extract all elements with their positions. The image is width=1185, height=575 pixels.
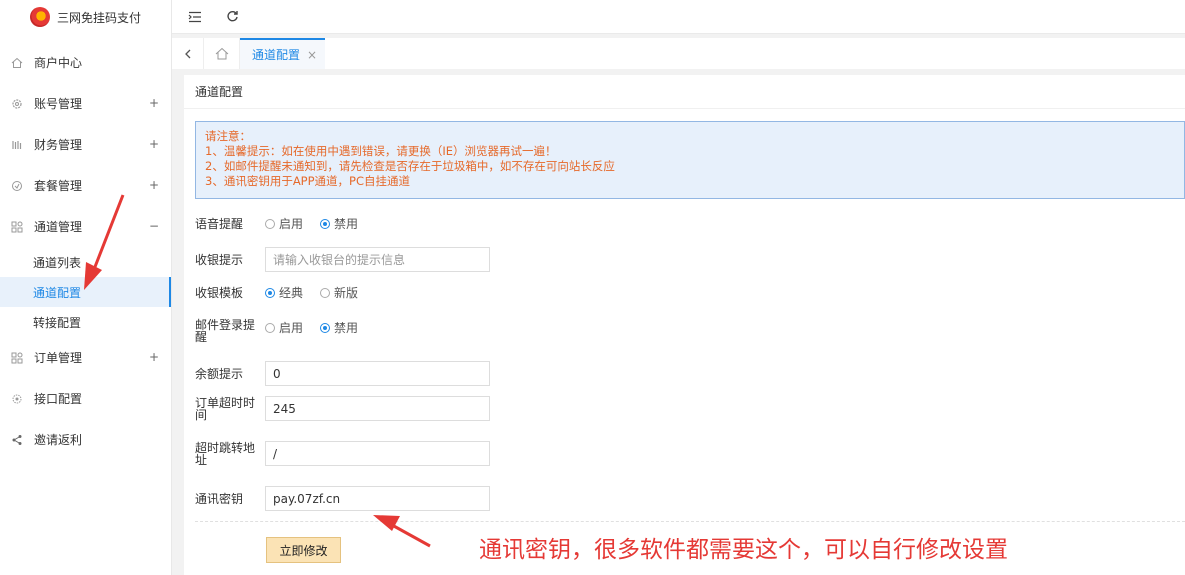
email-reminder-row: 邮件登录提醒 启用 禁用 [195, 319, 375, 343]
notice-line: 3、通讯密钥用于APP通道，PC自挂通道 [205, 174, 411, 188]
cashier-hint-label: 收银提示 [195, 252, 244, 267]
close-icon[interactable]: × [307, 48, 317, 62]
cashier-template-label: 收银模板 [195, 285, 244, 300]
radio-unchecked-icon [320, 287, 331, 298]
radio-unchecked-icon [265, 218, 275, 229]
radio-label: 禁用 [334, 217, 359, 231]
sidebar-item-finance[interactable]: 财务管理 + [0, 124, 171, 165]
submit-button[interactable]: 立即修改 [266, 537, 341, 563]
radio-checked-icon [320, 322, 331, 333]
tab-bar: 通道配置 × [172, 38, 1185, 69]
balance-hint-row: 余额提示 0 [195, 361, 490, 386]
top-toolbar [172, 0, 1185, 34]
home-tab-icon[interactable] [204, 38, 240, 69]
order-timeout-row: 订单超时时间 245 [195, 396, 490, 421]
notice-line: 1、温馨提示：如在使用中遇到错误，请更换（IE）浏览器再试一遍！ [205, 144, 557, 158]
sidebar-item-label: 邀请返利 [34, 433, 83, 447]
home-icon [10, 56, 24, 70]
radio-label: 启用 [279, 321, 304, 335]
sidebar-item-api-config[interactable]: 接口配置 [0, 378, 171, 419]
sidebar-item-orders[interactable]: 订单管理 + [0, 337, 171, 378]
cashier-template-row: 收银模板 经典 新版 [195, 284, 375, 301]
collapse-icon[interactable]: − [149, 219, 159, 233]
cashier-hint-row: 收银提示 请输入收银台的提示信息 [195, 247, 490, 272]
sidebar-item-label: 账号管理 [34, 97, 83, 111]
expand-icon[interactable]: + [149, 350, 159, 364]
form-divider [195, 521, 1185, 522]
sidebar-item-label: 套餐管理 [34, 179, 83, 193]
balance-hint-input[interactable]: 0 [265, 361, 490, 386]
sidebar-item-label: 商户中心 [34, 56, 83, 70]
radio-label: 新版 [334, 286, 359, 300]
voice-enable-radio[interactable]: 启用 [265, 215, 303, 232]
refresh-icon[interactable] [223, 8, 241, 26]
voice-reminder-label: 语音提醒 [195, 216, 244, 231]
order-timeout-input[interactable]: 245 [265, 396, 490, 421]
brand-logo-icon [30, 7, 50, 27]
balance-hint-label: 余额提示 [195, 366, 244, 381]
email-disable-radio[interactable]: 禁用 [320, 319, 358, 336]
order-icon [10, 351, 24, 365]
tab-label: 通道配置 [252, 48, 301, 62]
annotation-text: 通讯密钥，很多软件都需要这个，可以自行修改设置 [479, 537, 1008, 563]
channel-icon [10, 220, 24, 234]
sidebar-item-label: 订单管理 [34, 351, 83, 365]
radio-label: 启用 [279, 217, 304, 231]
menu-fold-icon[interactable] [186, 8, 204, 26]
sidebar-item-channel[interactable]: 通道管理 − [0, 206, 171, 247]
comm-key-row: 通讯密钥 pay.07zf.cn [195, 486, 490, 511]
finance-icon [10, 138, 24, 152]
expand-icon[interactable]: + [149, 96, 159, 110]
radio-label: 禁用 [334, 321, 359, 335]
order-timeout-label: 订单超时时间 [195, 395, 256, 422]
sidebar-subitem-transfer-config[interactable]: 转接配置 [0, 307, 171, 337]
timeout-redirect-label: 超时跳转地址 [195, 440, 256, 467]
tab-scroll-left-icon[interactable] [172, 38, 204, 69]
comm-key-label: 通讯密钥 [195, 491, 244, 506]
sidebar-menu: 商户中心 账号管理 + 财务管理 + 套餐管理 + 通道管理 − 通道列表 通道… [0, 42, 171, 460]
package-icon [10, 179, 24, 193]
notice-box: 请注意： 1、温馨提示：如在使用中遇到错误，请更换（IE）浏览器再试一遍！ 2、… [195, 121, 1185, 199]
app-title: 三网免挂码支付 [57, 10, 142, 25]
app-logo[interactable]: 三网免挂码支付 [0, 0, 171, 34]
voice-disable-radio[interactable]: 禁用 [320, 215, 358, 232]
sidebar-subitem-channel-list[interactable]: 通道列表 [0, 247, 171, 277]
gear-icon [10, 97, 24, 111]
notice-line: 2、如邮件提醒未通知到，请先检查是否存在于垃圾箱中，如不存在可向站长反应 [205, 159, 615, 173]
notice-heading: 请注意： [205, 129, 251, 143]
sidebar-item-package[interactable]: 套餐管理 + [0, 165, 171, 206]
sidebar-subitem-channel-config[interactable]: 通道配置 [0, 277, 171, 307]
content-panel: 通道配置 请注意： 1、温馨提示：如在使用中遇到错误，请更换（IE）浏览器再试一… [184, 75, 1185, 575]
comm-key-input[interactable]: pay.07zf.cn [265, 486, 490, 511]
sidebar-item-label: 接口配置 [34, 392, 83, 406]
sidebar-item-label: 通道管理 [34, 220, 83, 234]
template-new-radio[interactable]: 新版 [320, 284, 358, 301]
email-reminder-label: 邮件登录提醒 [195, 318, 256, 344]
radio-label: 经典 [279, 286, 304, 300]
expand-icon[interactable]: + [149, 137, 159, 151]
share-icon [10, 433, 24, 447]
sidebar-item-account[interactable]: 账号管理 + [0, 83, 171, 124]
radio-checked-icon [265, 287, 275, 298]
timeout-redirect-row: 超时跳转地址 / [195, 441, 490, 466]
tab-channel-config[interactable]: 通道配置 × [240, 38, 326, 69]
timeout-redirect-input[interactable]: / [265, 441, 490, 466]
radio-unchecked-icon [265, 322, 275, 333]
sidebar: 三网免挂码支付 商户中心 账号管理 + 财务管理 + 套餐管理 + 通道管理 −… [0, 0, 172, 575]
sidebar-item-label: 财务管理 [34, 138, 83, 152]
sidebar-item-invite[interactable]: 邀请返利 [0, 419, 171, 460]
page-title: 通道配置 [184, 75, 1185, 109]
api-icon [10, 392, 24, 406]
email-enable-radio[interactable]: 启用 [265, 319, 303, 336]
radio-checked-icon [320, 218, 331, 229]
voice-reminder-row: 语音提醒 启用 禁用 [195, 215, 375, 232]
cashier-hint-input[interactable]: 请输入收银台的提示信息 [265, 247, 490, 272]
sidebar-item-merchant-center[interactable]: 商户中心 [0, 42, 171, 83]
template-classic-radio[interactable]: 经典 [265, 284, 303, 301]
expand-icon[interactable]: + [149, 178, 159, 192]
